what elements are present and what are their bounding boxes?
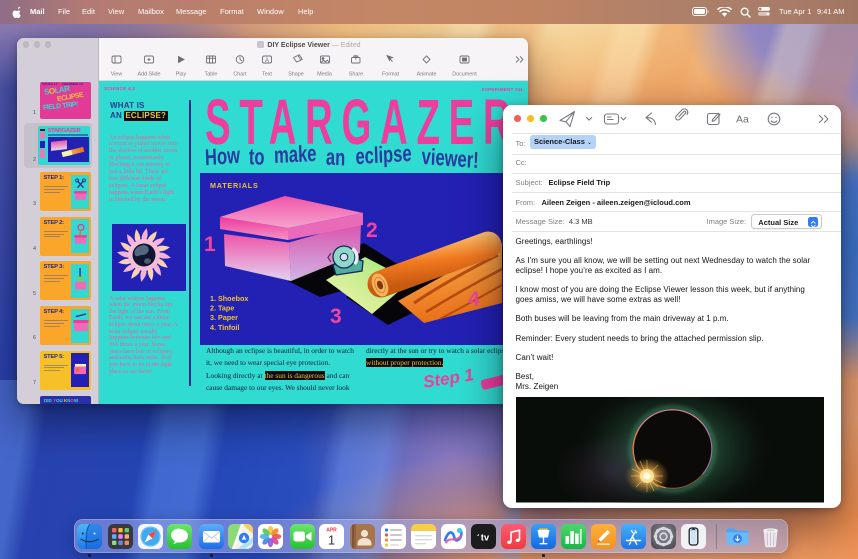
svg-text:1: 1 <box>328 533 335 548</box>
svg-text:1: 1 <box>204 233 216 256</box>
svg-text:Share: Share <box>349 72 363 78</box>
svg-text:Document: Document <box>452 72 477 78</box>
svg-text:View: View <box>111 72 123 78</box>
svg-text:Aa: Aa <box>736 114 749 126</box>
svg-text:Add Slide: Add Slide <box>137 72 160 78</box>
svg-text:Play: Play <box>176 72 187 78</box>
svg-text:Shape: Shape <box>288 72 304 78</box>
svg-text:4: 4 <box>468 288 480 311</box>
svg-text:MATERIALS: MATERIALS <box>210 181 259 190</box>
svg-text:2. Tape: 2. Tape <box>210 304 234 313</box>
svg-text:4. Tinfoil: 4. Tinfoil <box>210 323 239 332</box>
svg-text:1. Shoebox: 1. Shoebox <box>210 294 248 303</box>
svg-text:Format: Format <box>382 72 400 78</box>
svg-text:3. Paper: 3. Paper <box>210 313 238 322</box>
svg-text:A: A <box>265 58 269 64</box>
svg-text:Text: Text <box>262 72 272 78</box>
svg-text:tv: tv <box>480 533 489 544</box>
svg-text:Chart: Chart <box>233 72 247 78</box>
svg-text:Media: Media <box>317 72 332 78</box>
svg-text:2: 2 <box>366 219 378 242</box>
svg-text:3: 3 <box>330 305 342 328</box>
svg-text:Animate: Animate <box>417 72 437 78</box>
svg-text:Table: Table <box>205 72 218 78</box>
